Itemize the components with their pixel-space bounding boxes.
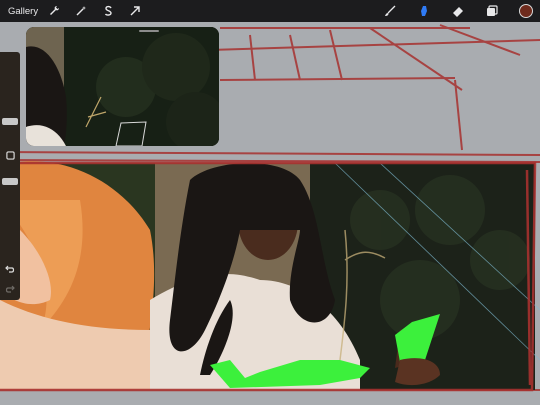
gallery-button[interactable]: Gallery (8, 6, 38, 17)
redo-icon (5, 285, 15, 293)
eraser-icon (453, 7, 463, 17)
reference-photo (26, 27, 219, 146)
eraser-button[interactable] (450, 3, 466, 19)
selection-s-icon (105, 5, 112, 16)
sidebar (0, 52, 20, 300)
reference-image-panel[interactable] (26, 27, 219, 146)
layers-button[interactable] (484, 3, 500, 19)
opacity-slider[interactable] (2, 178, 18, 185)
brush-icon (385, 5, 396, 16)
active-color-swatch (519, 4, 533, 18)
adjustments-button[interactable] (73, 3, 89, 19)
color-picker-button[interactable] (518, 3, 534, 19)
magic-wand-icon (76, 6, 87, 16)
wrench-icon (50, 6, 60, 15)
modify-button[interactable] (3, 148, 17, 162)
tool-group (364, 3, 534, 19)
top-toolbar: Gallery (0, 0, 540, 22)
smudge-button[interactable] (416, 3, 432, 19)
transform-arrow-icon (130, 6, 140, 16)
reference-drag-handle[interactable] (139, 30, 159, 32)
undo-icon (5, 265, 15, 273)
transform-button[interactable] (127, 3, 143, 19)
brush-button[interactable] (382, 3, 398, 19)
brush-size-slider[interactable] (2, 118, 18, 125)
undo-button[interactable] (3, 262, 17, 276)
square-icon (5, 150, 15, 160)
smudge-icon (421, 6, 427, 16)
redo-button[interactable] (3, 282, 17, 296)
actions-button[interactable] (46, 3, 62, 19)
layers-icon (487, 5, 498, 16)
selection-button[interactable] (100, 3, 116, 19)
